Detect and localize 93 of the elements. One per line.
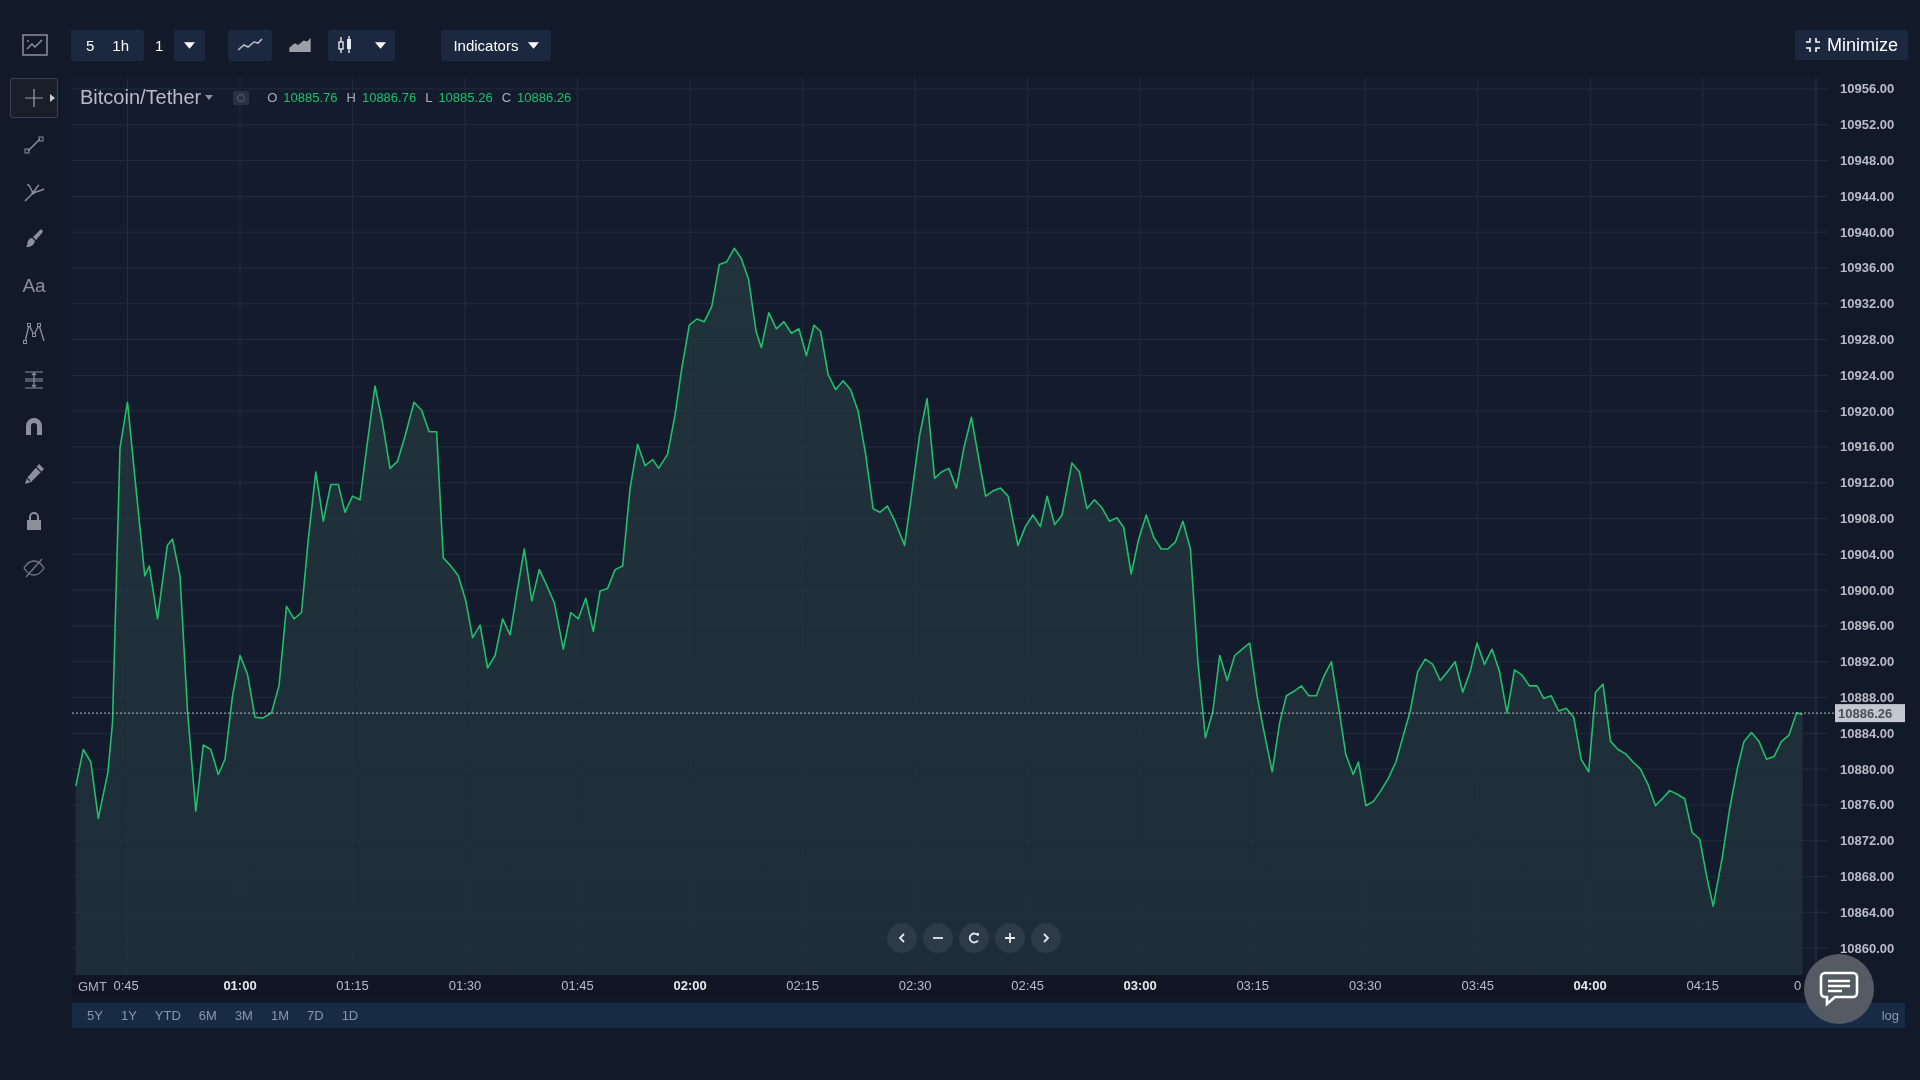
axis-label: 10936.00 — [1840, 260, 1895, 276]
ohlc-value: 10886.26 — [517, 90, 572, 105]
indicators-dropdown[interactable]: Indicators — [441, 29, 552, 61]
axis-label: 10912.00 — [1840, 475, 1895, 491]
axis-label: 01:30 — [448, 978, 482, 993]
ohlc-label: O — [267, 90, 278, 105]
interval-dropdown[interactable] — [174, 29, 206, 61]
range-button[interactable]: 1Y — [111, 1003, 146, 1028]
axis-label: 01:15 — [336, 978, 369, 993]
candlestick-button[interactable] — [328, 29, 396, 61]
axis-label: 10928.00 — [1840, 332, 1895, 348]
axis-label: 10932.00 — [1840, 296, 1895, 312]
axis-label: 10860.00 — [1840, 940, 1895, 956]
axis-label: 10880.00 — [1840, 761, 1895, 777]
ohlc-label: C — [501, 90, 511, 105]
ohlc-value: 10885.26 — [438, 90, 493, 105]
chart-icon[interactable] — [22, 34, 48, 56]
range-button[interactable]: 5Y — [78, 1003, 112, 1028]
axis-label: 03:00 — [1123, 978, 1157, 993]
range-button[interactable]: 1D — [332, 1003, 368, 1028]
range-button[interactable]: 7D — [298, 1003, 333, 1028]
pencil-icon — [22, 462, 46, 486]
axis-label: 10924.00 — [1840, 367, 1895, 383]
crosshair-button[interactable] — [10, 78, 58, 118]
axis-label: 02:30 — [898, 978, 932, 993]
axis-label: 10892.00 — [1840, 654, 1895, 670]
axis-label: 10864.00 — [1840, 904, 1895, 920]
axis-label: 04:15 — [1686, 978, 1719, 993]
range-button[interactable]: 3M — [225, 1003, 262, 1028]
minimize-button[interactable]: Minimize — [1795, 30, 1908, 60]
area-chart-icon — [287, 37, 314, 53]
axis-label: 10888.00 — [1840, 690, 1895, 706]
axis-label: 10908.00 — [1840, 511, 1895, 527]
ohlc-value: 10886.76 — [361, 90, 417, 105]
hidden-eye-icon — [22, 556, 46, 580]
ohlc-label: L — [425, 90, 433, 105]
axis-label: 02:00 — [673, 978, 707, 993]
line-chart-button[interactable] — [228, 29, 273, 61]
measure-icon — [22, 368, 46, 392]
text-tool-button[interactable]: Aa — [10, 266, 58, 306]
range-button[interactable]: 6M — [189, 1003, 226, 1028]
caret-icon — [184, 41, 196, 49]
axis-label: 10956.00 — [1840, 81, 1895, 97]
axis-label: 01:45 — [561, 978, 594, 993]
log-scale-button[interactable]: log — [1879, 1003, 1901, 1028]
expand-arrow-icon — [50, 94, 55, 102]
caret-icon — [375, 41, 387, 49]
axis-label: 10916.00 — [1840, 439, 1895, 455]
ref-line-label: 10886.26 — [1838, 705, 1893, 721]
axis-label: 10904.00 — [1840, 546, 1895, 562]
timezone-label: GMT — [78, 979, 107, 994]
candlestick-icon — [337, 35, 354, 55]
ohlc-value: 10885.76 — [283, 90, 338, 105]
ohlc-label: H — [346, 90, 356, 105]
axis-label: 10896.00 — [1840, 618, 1895, 634]
symbol-dropdown[interactable]: Bitcoin/Tether — [80, 86, 214, 109]
axis-label: 03:45 — [1461, 978, 1494, 993]
axis-label: 03:15 — [1236, 978, 1269, 993]
caret-icon — [528, 41, 540, 49]
axis-label: 02:15 — [786, 978, 819, 993]
axis-label: 04:00 — [1573, 978, 1607, 993]
range-button[interactable]: 1M — [261, 1003, 298, 1028]
chevron-right-icon — [1040, 932, 1052, 944]
axis-label: 10900.00 — [1840, 582, 1895, 598]
trend-line-icon — [22, 133, 46, 157]
plus-icon — [1004, 932, 1016, 944]
chat-bubble-icon — [1819, 971, 1859, 1007]
reference-line: 10886.26 — [72, 704, 1905, 723]
pattern-icon — [22, 321, 46, 345]
axis-label: 10948.00 — [1840, 153, 1895, 169]
axis-label: 10872.00 — [1840, 833, 1895, 849]
interval-button[interactable]: 1h — [103, 29, 139, 61]
caret-icon — [205, 95, 214, 100]
axis-label: 10876.00 — [1840, 797, 1895, 813]
axis-label: 03:30 — [1348, 978, 1382, 993]
axis-label: 0 — [1794, 978, 1802, 993]
multiplier-button[interactable]: 1 — [146, 29, 173, 61]
axis-label: 10884.00 — [1840, 725, 1895, 741]
axis-label: 01:00 — [223, 978, 257, 993]
axis-label: 02:45 — [1011, 978, 1044, 993]
collapse-icon — [1805, 37, 1821, 53]
axis-label: 0:45 — [113, 978, 139, 993]
axis-label: 10952.00 — [1840, 117, 1895, 133]
axis-label: 10944.00 — [1840, 188, 1895, 204]
reset-icon — [968, 932, 980, 944]
axis-label: 10868.00 — [1840, 869, 1895, 885]
line-chart-icon — [237, 37, 264, 53]
crosshair-icon — [22, 86, 46, 110]
chevron-left-icon — [896, 932, 908, 944]
interval-button[interactable]: 5 — [77, 29, 104, 61]
axis-label: 10920.00 — [1840, 403, 1895, 419]
axis-label: 10940.00 — [1840, 224, 1895, 240]
range-button[interactable]: YTD — [145, 1003, 190, 1028]
